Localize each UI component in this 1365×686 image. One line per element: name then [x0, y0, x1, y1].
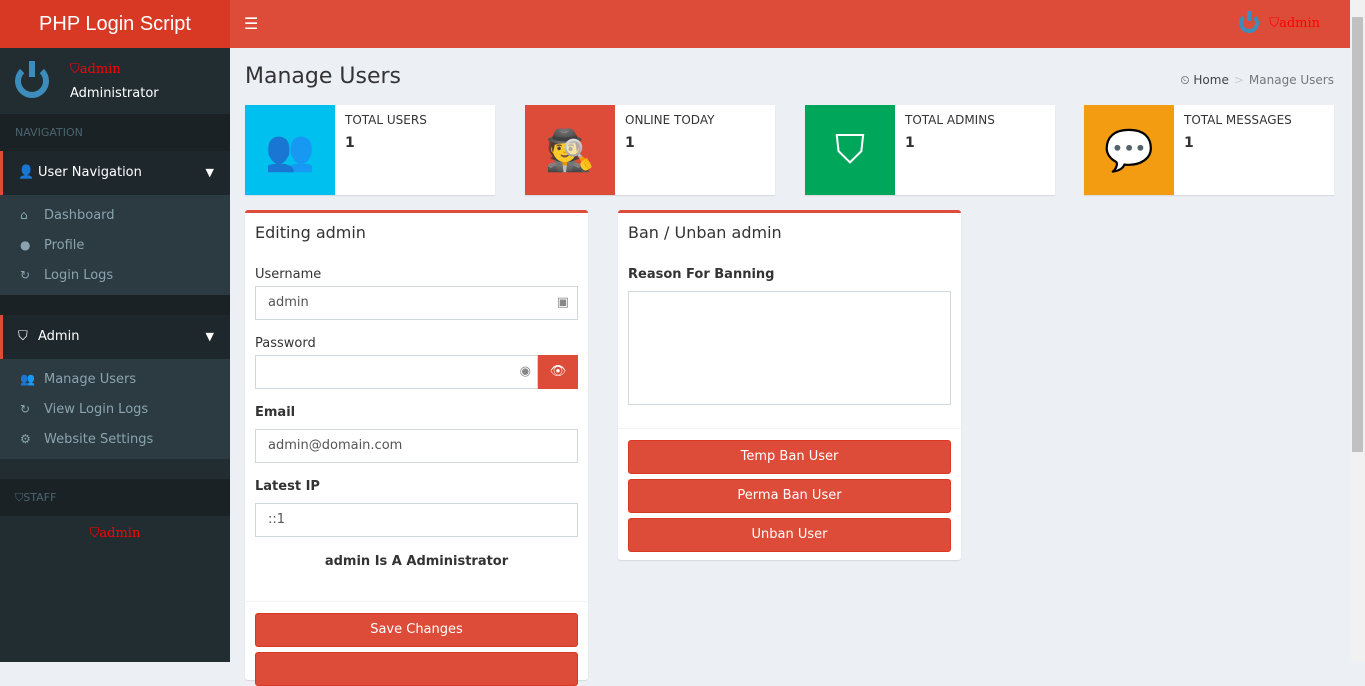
scrollbar[interactable]: [1350, 0, 1365, 662]
top-navbar: PHP Login Script ☰ ⛉admin: [0, 0, 1350, 48]
eye-icon: 👁: [549, 364, 567, 379]
email-input[interactable]: admin@domain.com: [255, 429, 578, 463]
shield-icon: ⛉: [15, 491, 24, 504]
stat-total-users: 👥 TOTAL USERS 1: [245, 105, 495, 195]
user-role: Administrator: [70, 86, 159, 101]
item-label: Profile: [44, 238, 85, 253]
user-icon: 👤: [18, 165, 35, 180]
admin-status: admin Is A Administrator: [324, 554, 509, 569]
shield-icon: ⛉: [805, 105, 895, 195]
item-label: Website Settings: [44, 432, 154, 447]
user-name: ⛉admin: [70, 62, 121, 77]
staff-label: STAFF: [23, 491, 57, 504]
comments-icon: 💬: [1084, 105, 1174, 195]
menu-admin[interactable]: ⛉ Admin ▼: [0, 315, 230, 359]
gear-icon: ⚙: [20, 432, 31, 446]
nav-header: NAVIGATION: [0, 114, 230, 151]
stat-label: TOTAL USERS: [345, 113, 427, 127]
breadcrumb-current: Manage Users: [1248, 73, 1334, 87]
scrollbar-thumb[interactable]: [1352, 17, 1363, 452]
sidebar-item-dashboard[interactable]: ⌂ Dashboard: [0, 200, 230, 230]
page-title: Manage Users: [245, 64, 401, 89]
chevron-down-icon: ▼: [205, 166, 214, 179]
user-panel: ⛉admin Administrator: [0, 48, 230, 114]
user-menu[interactable]: ⛉admin: [1239, 11, 1320, 33]
staff-header: ⛉STAFF: [0, 479, 230, 516]
item-label: View Login Logs: [44, 402, 149, 417]
show-password-button[interactable]: 👁: [538, 355, 578, 389]
unban-button[interactable]: Unban User: [628, 518, 951, 552]
users-icon: 👥: [20, 372, 35, 386]
users-icon: 👥: [245, 105, 335, 195]
item-label: Login Logs: [44, 268, 114, 283]
contact-card-icon: ▣: [556, 295, 569, 310]
edit-user-box: Editing admin Username admin ▣ Password ◉…: [245, 210, 588, 686]
stat-total-admins: ⛉ TOTAL ADMINS 1: [805, 105, 1055, 195]
stat-value: 1: [1184, 135, 1194, 151]
password-label: Password: [255, 336, 316, 351]
item-label: Dashboard: [44, 208, 115, 223]
save-changes-button[interactable]: Save Changes: [255, 613, 578, 647]
secondary-button[interactable]: [255, 652, 578, 686]
stat-label: TOTAL ADMINS: [905, 113, 995, 127]
menu-label: Admin: [38, 329, 80, 344]
refresh-icon: ↻: [20, 402, 31, 416]
ip-input[interactable]: ::1: [255, 503, 578, 537]
user-avatar-icon: [1239, 11, 1260, 33]
sidebar-item-view-login-logs[interactable]: ↻ View Login Logs: [0, 394, 230, 424]
username-input[interactable]: admin ▣: [255, 286, 578, 320]
menu-toggle-icon[interactable]: ☰: [244, 14, 258, 33]
sidebar: ⛉admin Administrator NAVIGATION 👤 User Na…: [0, 48, 230, 662]
user-name: ⛉admin: [1269, 15, 1320, 31]
password-input[interactable]: ◉: [255, 355, 538, 389]
ban-user-box: Ban / Unban admin Reason For Banning Tem…: [618, 210, 961, 560]
username-label: Username: [255, 267, 322, 282]
shield-icon: ⛉: [18, 329, 28, 344]
reason-label: Reason For Banning: [628, 267, 775, 282]
menu-label: User Navigation: [38, 165, 142, 180]
user-icon: ●: [20, 238, 31, 252]
sidebar-item-website-settings[interactable]: ⚙ Website Settings: [0, 424, 230, 454]
user-secret-icon: 🕵: [525, 105, 615, 195]
box-title: Editing admin: [255, 223, 366, 242]
dashboard-icon: ⌂: [20, 208, 28, 222]
breadcrumb-home[interactable]: Home: [1193, 73, 1228, 87]
stat-online-today: 🕵 ONLINE TODAY 1: [525, 105, 775, 195]
dashboard-icon: ⏲: [1180, 73, 1190, 87]
stat-label: ONLINE TODAY: [625, 113, 715, 127]
sidebar-item-login-logs[interactable]: ↻ Login Logs: [0, 260, 230, 290]
user-avatar-icon: [15, 61, 49, 98]
ip-label: Latest IP: [255, 479, 320, 494]
app-logo[interactable]: PHP Login Script: [0, 0, 230, 48]
chevron-down-icon: ▼: [205, 330, 214, 343]
refresh-icon: ↻: [20, 268, 31, 282]
sidebar-item-profile[interactable]: ● Profile: [0, 230, 230, 260]
key-icon: ◉: [519, 364, 531, 379]
stat-value: 1: [345, 135, 355, 151]
temp-ban-button[interactable]: Temp Ban User: [628, 440, 951, 474]
menu-user-navigation[interactable]: 👤 User Navigation ▼: [0, 151, 230, 195]
box-title: Ban / Unban admin: [628, 223, 782, 242]
stat-label: TOTAL MESSAGES: [1184, 113, 1292, 127]
reason-textarea[interactable]: [628, 291, 951, 405]
breadcrumb: ⏲ Home > Manage Users: [1180, 73, 1334, 87]
perma-ban-button[interactable]: Perma Ban User: [628, 479, 951, 513]
sidebar-item-manage-users[interactable]: 👥 Manage Users: [0, 364, 230, 394]
email-label: Email: [255, 405, 296, 420]
staff-member[interactable]: ⛉admin: [90, 526, 141, 541]
stat-total-messages: 💬 TOTAL MESSAGES 1: [1084, 105, 1334, 195]
item-label: Manage Users: [44, 372, 137, 387]
stat-value: 1: [905, 135, 915, 151]
stat-value: 1: [625, 135, 635, 151]
